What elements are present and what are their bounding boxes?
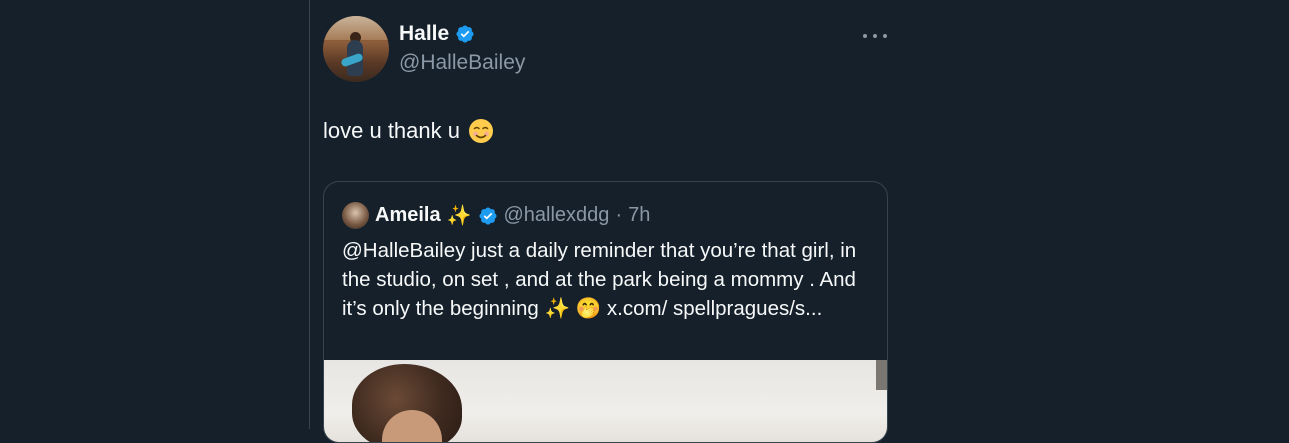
verified-badge-icon [456,25,474,43]
quoted-tweet-header[interactable]: Ameila ✨ @hallexddg · 7h [342,202,650,229]
quoted-tweet-media[interactable] [324,360,887,442]
separator-dot: · [615,204,623,226]
author-display-name[interactable]: Halle [399,22,449,46]
quoted-author-handle[interactable]: @hallexddg [504,204,610,227]
quoted-tweet-time[interactable]: 7h [628,204,650,227]
tweet[interactable]: Halle @HalleBailey love u thank u Ameila… [323,0,888,443]
more-options-icon[interactable] [863,26,887,46]
tweet-text: love u thank u [323,118,494,144]
quoted-author-avatar[interactable] [342,202,369,229]
media-edge-object [876,360,887,390]
more-dot [883,34,887,38]
timeline-column: Halle @HalleBailey love u thank u Ameila… [309,0,888,443]
author-name-row[interactable]: Halle [399,22,475,46]
more-dot [863,34,867,38]
author-handle[interactable]: @HalleBailey [399,51,525,75]
tweet-text-content: love u thank u [323,118,460,143]
quoted-author-display-name[interactable]: Ameila [375,204,441,227]
author-avatar[interactable] [323,16,389,82]
sparkles-emoji-icon: ✨ [446,205,472,227]
verified-badge-icon [478,206,497,225]
quoted-tweet-body: @HalleBailey just a daily reminder that … [342,239,857,320]
quoted-tweet-card[interactable]: Ameila ✨ @hallexddg · 7h @HalleBailey ju… [323,181,888,443]
smiling-face-emoji-icon [468,119,493,143]
more-dot [873,34,877,38]
